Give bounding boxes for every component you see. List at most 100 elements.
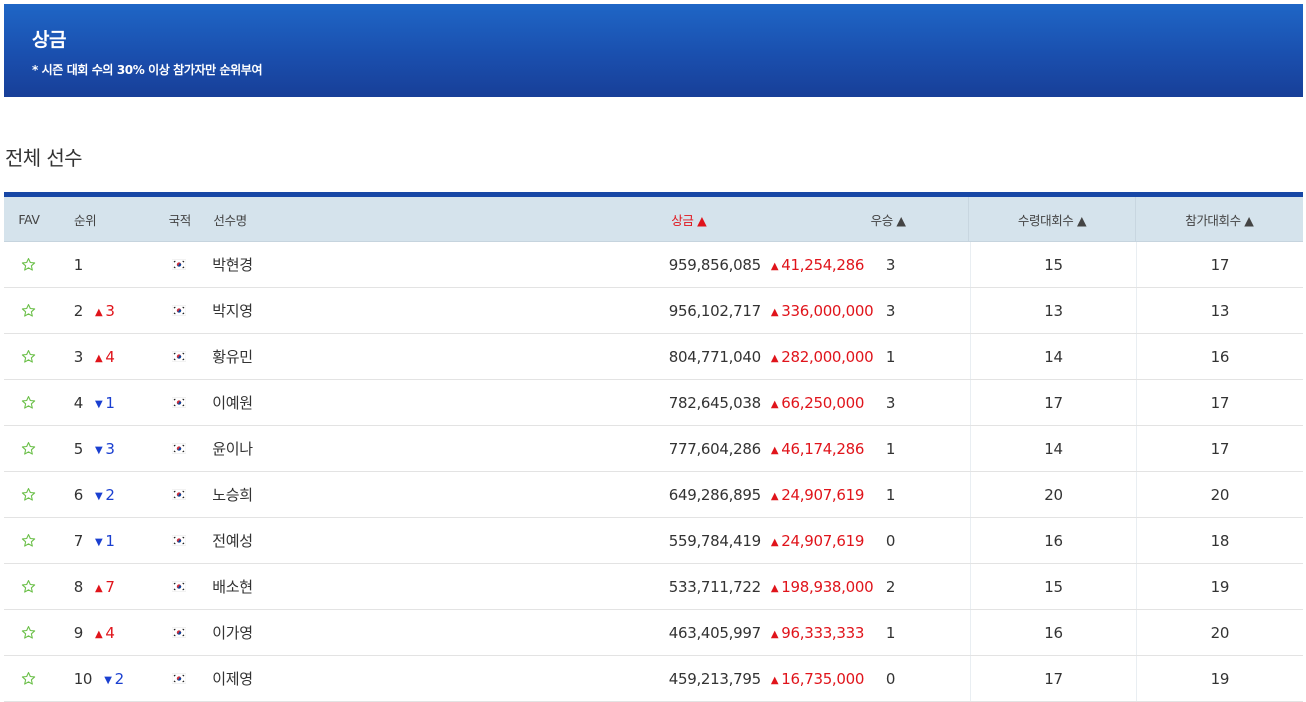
arrow-up-icon: ▲ <box>770 306 779 318</box>
prize-amount: 956,102,717 <box>668 301 761 320</box>
star-icon[interactable] <box>21 625 36 640</box>
player-name-link[interactable]: 이제영 <box>212 668 253 689</box>
wins-cell: 1 <box>885 623 896 642</box>
fav-cell <box>4 380 54 425</box>
cuts-cell: 20 <box>970 472 1135 517</box>
arrow-down-icon: ▼ <box>94 536 103 548</box>
player-name-link[interactable]: 이가영 <box>212 622 253 643</box>
player-name-link[interactable]: 황유민 <box>212 346 253 367</box>
nationality-cell <box>145 242 212 287</box>
star-icon[interactable] <box>21 303 36 318</box>
played-cell: 20 <box>1135 610 1303 655</box>
rank-change-value: 4 <box>105 347 115 366</box>
page-title: 상금 <box>32 29 66 51</box>
arrow-up-icon: ▲ <box>770 260 779 272</box>
prize-cell: 959,856,085 ▲ 41,254,286 <box>461 242 865 287</box>
table-row[interactable]: 3 ▲ 4 황유민 804,771,040 ▲ 282,000,000 1 14 16 <box>4 334 1303 380</box>
wins-cell: 1 <box>885 347 896 366</box>
star-icon[interactable] <box>21 533 36 548</box>
prize-amount: 804,771,040 <box>668 347 761 366</box>
sort-wins-header[interactable]: 우승 ▲ <box>808 197 969 241</box>
rank-change-value: 3 <box>105 439 115 458</box>
player-name-cell: 배소현 <box>212 564 460 609</box>
rank-change: ▼ 2 <box>95 486 115 504</box>
sort-played-header[interactable]: 참가대회수 ▲ <box>1134 197 1303 241</box>
prize-amount: 459,213,795 <box>668 669 761 688</box>
rank-value: 3 <box>73 347 84 366</box>
table-row[interactable]: 9 ▲ 4 이가영 463,405,997 ▲ 96,333,333 1 16 20 <box>4 610 1303 656</box>
player-name-link[interactable]: 노승희 <box>212 484 253 505</box>
rank-change: ▲ 4 <box>95 624 115 642</box>
arrow-up-icon: ▲ <box>770 444 779 456</box>
star-icon[interactable] <box>21 257 36 272</box>
sort-cuts-label: 수령대회수 ▲ <box>1017 212 1087 228</box>
table-row[interactable]: 5 ▼ 3 윤이나 777,604,286 ▲ 46,174,286 1 14 17 <box>4 426 1303 472</box>
player-name-cell: 박지영 <box>212 288 460 333</box>
player-name-link[interactable]: 박현경 <box>212 254 253 275</box>
played-cell: 13 <box>1135 288 1303 333</box>
player-name-cell: 윤이나 <box>212 426 460 471</box>
table-row[interactable]: 2 ▲ 3 박지영 956,102,717 ▲ 336,000,000 3 13 13 <box>4 288 1303 334</box>
wins-cell: 2 <box>885 577 896 596</box>
nationality-cell <box>145 334 212 379</box>
star-icon[interactable] <box>21 349 36 364</box>
rank-cell: 6 ▼ 2 <box>54 472 146 517</box>
rank-cell: 9 ▲ 4 <box>54 610 146 655</box>
rank-cell: 7 ▼ 1 <box>54 518 146 563</box>
fav-cell <box>4 334 54 379</box>
rank-change-value: 2 <box>105 485 115 504</box>
prize-cell: 559,784,419 ▲ 24,907,619 <box>461 518 865 563</box>
played-cell: 18 <box>1135 518 1303 563</box>
korea-flag-icon <box>171 627 186 638</box>
star-icon[interactable] <box>21 671 36 686</box>
player-name-link[interactable]: 박지영 <box>212 300 253 321</box>
player-name-link[interactable]: 윤이나 <box>212 438 253 459</box>
banner-note: * 시즌 대회 수의 30% 이상 참가자만 순위부여 <box>32 63 263 77</box>
player-name-link[interactable]: 전예성 <box>212 530 253 551</box>
fav-cell <box>4 242 54 287</box>
player-name-cell: 이예원 <box>212 380 460 425</box>
prize-cell: 533,711,722 ▲ 198,938,000 <box>461 564 874 609</box>
table-row[interactable]: 1 박현경 959,856,085 ▲ 41,254,286 3 15 17 <box>4 242 1303 288</box>
table-row[interactable]: 7 ▼ 1 전예성 559,784,419 ▲ 24,907,619 0 16 18 <box>4 518 1303 564</box>
rank-cell: 10 ▼ 2 <box>54 656 146 701</box>
player-name-link[interactable]: 배소현 <box>212 576 253 597</box>
sort-played-label: 참가대회수 ▲ <box>1185 212 1254 228</box>
column-header-fav: FAV <box>18 211 40 227</box>
rank-change: ▼ 1 <box>95 532 115 550</box>
played-cell: 19 <box>1135 564 1303 609</box>
rank-value: 7 <box>73 531 84 550</box>
table-row[interactable]: 10 ▼ 2 이제영 459,213,795 ▲ 16,735,000 0 17 19 <box>4 656 1303 702</box>
star-icon[interactable] <box>21 395 36 410</box>
rank-value: 4 <box>73 393 84 412</box>
rank-change-value: 2 <box>114 669 125 688</box>
arrow-down-icon: ▼ <box>94 490 103 502</box>
nationality-cell <box>145 472 212 517</box>
star-icon[interactable] <box>21 487 36 502</box>
sort-prize-header[interactable]: 상금 ▲ <box>463 197 808 241</box>
table-row[interactable]: 8 ▲ 7 배소현 533,711,722 ▲ 198,938,000 2 15 19 <box>4 564 1303 610</box>
sort-cuts-header[interactable]: 수령대회수 ▲ <box>968 197 1134 241</box>
cuts-cell: 14 <box>970 426 1135 471</box>
star-icon[interactable] <box>21 441 36 456</box>
rank-change-value: 1 <box>105 531 115 550</box>
table-row[interactable]: 6 ▼ 2 노승희 649,286,895 ▲ 24,907,619 1 20 20 <box>4 472 1303 518</box>
cuts-cell: 17 <box>970 656 1135 701</box>
korea-flag-icon <box>171 489 186 500</box>
column-header-rank: 순위 <box>73 212 97 228</box>
rank-cell: 3 ▲ 4 <box>54 334 146 379</box>
rank-cell: 4 ▼ 1 <box>54 380 146 425</box>
rank-change: ▼ 3 <box>95 440 115 458</box>
rank-value: 2 <box>73 301 84 320</box>
table-row[interactable]: 4 ▼ 1 이예원 782,645,038 ▲ 66,250,000 3 17 17 <box>4 380 1303 426</box>
nationality-cell <box>145 518 212 563</box>
player-name-link[interactable]: 이예원 <box>212 392 253 413</box>
rank-cell: 8 ▲ 7 <box>54 564 146 609</box>
nationality-cell <box>145 564 212 609</box>
wins-cell: 1 <box>885 439 896 458</box>
star-icon[interactable] <box>21 579 36 594</box>
rank-change-value: 3 <box>105 301 115 320</box>
nationality-cell <box>145 656 212 701</box>
prize-cell: 649,286,895 ▲ 24,907,619 <box>461 472 865 517</box>
column-header-nationality: 국적 <box>168 212 192 228</box>
